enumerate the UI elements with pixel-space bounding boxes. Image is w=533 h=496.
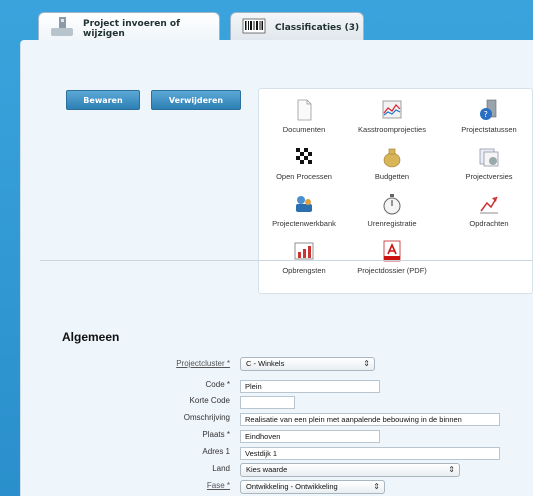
- tile-label: Opbrengsten: [282, 266, 326, 275]
- tile-label: Opdrachten: [469, 219, 509, 228]
- tile-label: Open Processen: [276, 172, 332, 181]
- tile-kasstroomprojecties[interactable]: Kasstroomprojecties: [347, 99, 437, 134]
- fase-label[interactable]: Fase *: [207, 481, 230, 490]
- shortcut-panel: Documenten Kasstroomprojecties ? Project…: [258, 88, 533, 294]
- tile-projectdossier-pdf[interactable]: Projectdossier (PDF): [347, 240, 437, 275]
- app-window: Project invoeren of wijzigen Classificat…: [0, 0, 533, 496]
- code-label: Code *: [205, 380, 230, 389]
- tile-projectstatussen[interactable]: ? Projectstatussen: [444, 99, 533, 134]
- checkered-flag-icon: [296, 148, 312, 164]
- land-label: Land: [212, 464, 230, 473]
- pdf-icon: [383, 240, 401, 262]
- tile-label: Projectstatussen: [461, 125, 517, 134]
- versions-icon: [479, 148, 499, 167]
- section-title: Algemeen: [62, 330, 120, 344]
- barcode-icon: [239, 16, 269, 38]
- money-bag-icon: [383, 148, 401, 168]
- fase-value: Ontwikkeling - Ontwikkeling: [246, 482, 338, 491]
- workbench-icon: [296, 196, 312, 212]
- omschrijving-field[interactable]: Realisatie van een plein met aanpalende …: [240, 413, 500, 426]
- land-select[interactable]: Kies waarde ⇕: [240, 463, 460, 477]
- tile-label: Projectenwerkbank: [272, 219, 336, 228]
- tile-opbrengsten[interactable]: Opbrengsten: [259, 240, 349, 275]
- korte-code-field[interactable]: [240, 396, 295, 409]
- plaats-field[interactable]: Eindhoven: [240, 430, 380, 443]
- tile-open-processen[interactable]: Open Processen: [259, 146, 349, 181]
- tile-label: Budgetten: [374, 172, 410, 181]
- svg-text:?: ?: [484, 110, 488, 119]
- select-arrow-icon: ⇕: [363, 359, 370, 368]
- tile-budgetten[interactable]: Budgetten: [347, 146, 437, 181]
- tile-documenten[interactable]: Documenten: [259, 99, 349, 134]
- code-field[interactable]: Plein: [240, 380, 380, 393]
- plaats-label: Plaats *: [202, 430, 230, 439]
- document-icon: [297, 99, 312, 121]
- status-icon: ?: [480, 99, 497, 120]
- tile-projectenwerkbank[interactable]: Projectenwerkbank: [259, 193, 349, 228]
- tile-label: Projectdossier (PDF): [357, 266, 427, 275]
- tile-label: Urenregistratie: [367, 219, 417, 228]
- projectcluster-select[interactable]: C - Winkels ⇕: [240, 357, 375, 371]
- land-value: Kies waarde: [246, 465, 288, 474]
- revenue-chart-icon: [294, 242, 314, 260]
- projectcluster-label[interactable]: Projectcluster *: [176, 359, 230, 368]
- chart-arrow-icon: [480, 196, 498, 214]
- omschrijving-label: Omschrijving: [183, 413, 230, 422]
- tab-label: Classificaties (3): [275, 22, 360, 33]
- tile-urenregistratie[interactable]: Urenregistratie: [347, 193, 437, 228]
- tile-label: Documenten: [282, 125, 326, 134]
- select-arrow-icon: ⇕: [373, 482, 380, 491]
- project-icon: [47, 16, 77, 38]
- tab-label: Project invoeren of wijzigen: [83, 18, 181, 39]
- save-button[interactable]: Bewaren: [66, 90, 140, 110]
- tile-opdrachten[interactable]: Opdrachten: [444, 193, 533, 228]
- projectcluster-value: C - Winkels: [246, 359, 285, 368]
- select-arrow-icon: ⇕: [448, 465, 455, 474]
- tile-projectversies[interactable]: Projectversies: [444, 146, 533, 181]
- section-divider: [40, 260, 533, 261]
- adres-label: Adres 1: [202, 447, 230, 456]
- stopwatch-icon: [383, 194, 401, 215]
- tile-label: Kasstroomprojecties: [358, 125, 426, 134]
- delete-button[interactable]: Verwijderen: [151, 90, 241, 110]
- korte-code-label: Korte Code: [189, 396, 230, 405]
- tab-classificaties[interactable]: Classificaties (3): [230, 12, 364, 42]
- adres-field[interactable]: Vestdijk 1: [240, 447, 500, 460]
- tile-label: Projectversies: [465, 172, 513, 181]
- fase-select[interactable]: Ontwikkeling - Ontwikkeling ⇕: [240, 480, 385, 494]
- cashflow-chart-icon: [382, 100, 402, 119]
